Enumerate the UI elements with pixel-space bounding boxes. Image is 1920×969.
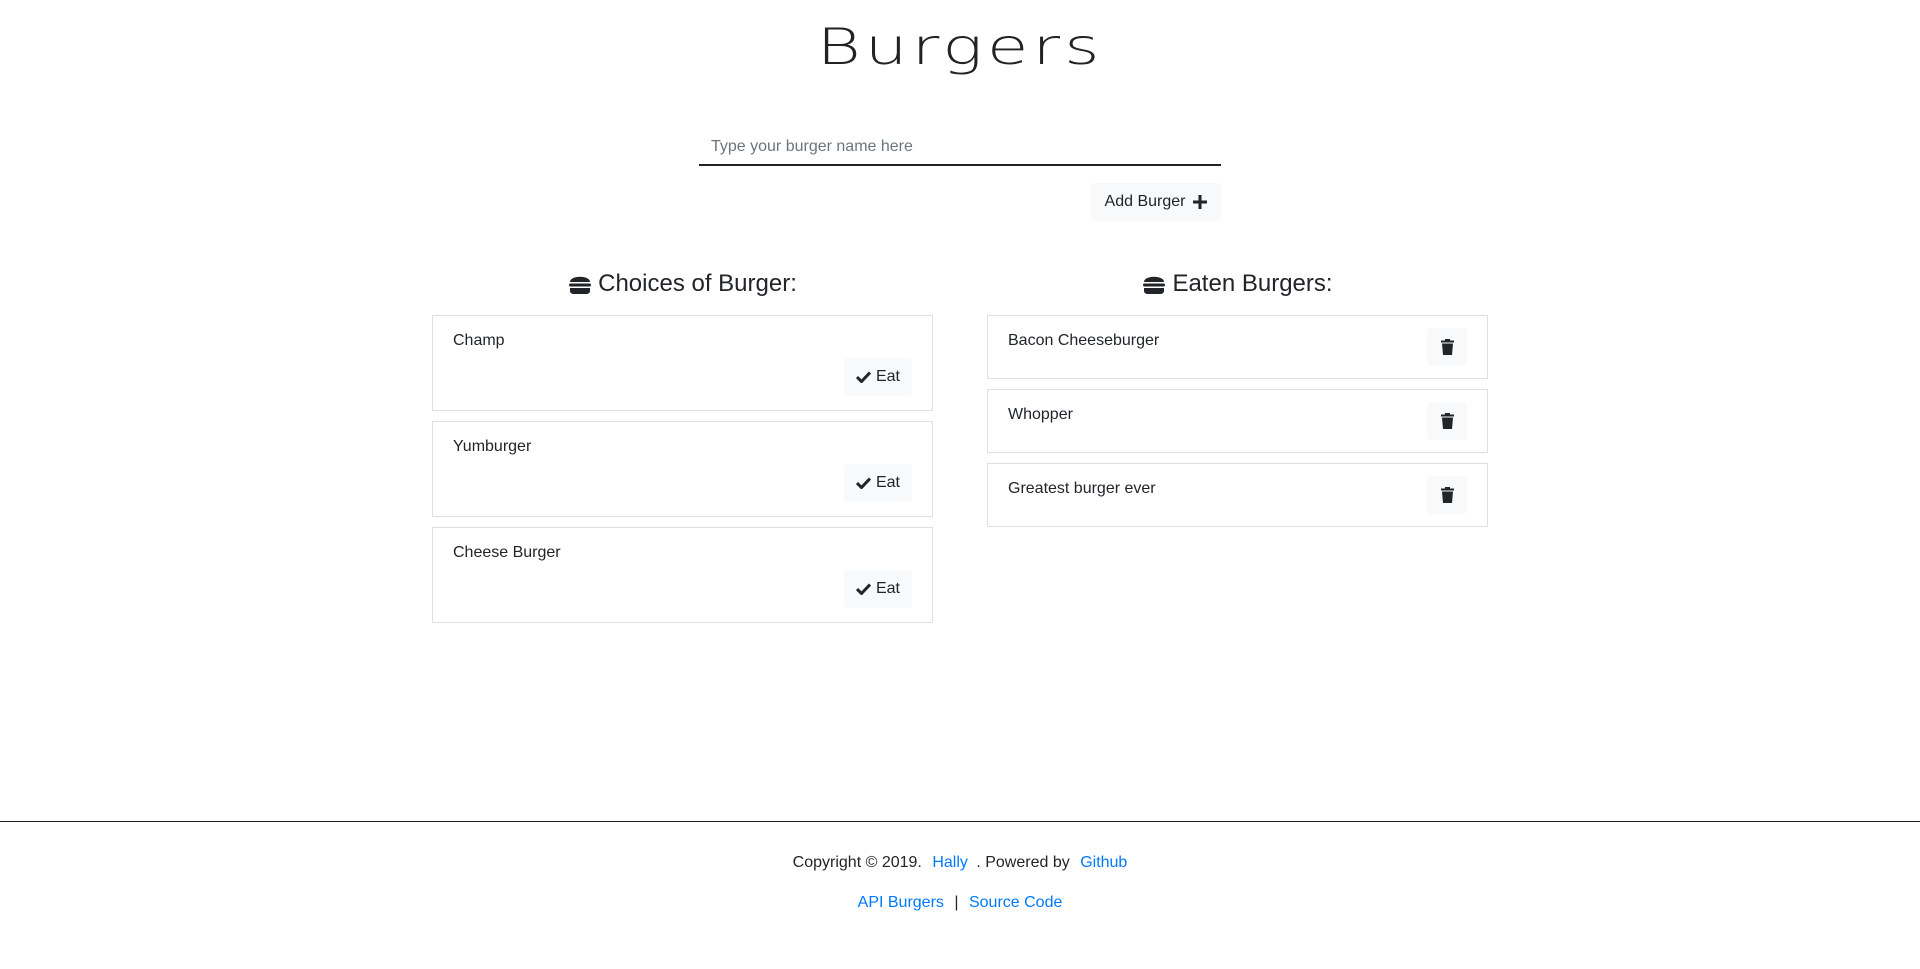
github-link[interactable]: Github — [1080, 854, 1127, 871]
burger-name: Cheese Burger — [453, 544, 561, 561]
eaten-column: Eaten Burgers: Bacon Cheeseburger Whoppe… — [987, 268, 1488, 537]
eat-label: Eat — [875, 580, 900, 597]
delete-button[interactable] — [1427, 402, 1467, 440]
plus-icon — [1193, 195, 1208, 209]
add-burger-button[interactable]: Add Burger — [1091, 183, 1221, 221]
footer-separator: | — [954, 894, 959, 911]
hamburger-icon — [568, 273, 592, 295]
choices-column: Choices of Burger: Champ Eat Yumburger E… — [432, 268, 933, 633]
eaten-heading: Eaten Burgers: — [987, 268, 1488, 300]
trash-icon — [1440, 339, 1454, 355]
copyright-text: Copyright © 2019. — [792, 854, 922, 871]
choices-heading: Choices of Burger: — [432, 268, 933, 300]
footer: Copyright © 2019. Hally . Powered by Git… — [0, 821, 1920, 911]
eaten-card: Whopper — [987, 389, 1488, 453]
trash-icon — [1440, 413, 1454, 429]
eaten-burger-name: Greatest burger ever — [1008, 480, 1156, 497]
burger-form — [699, 130, 1221, 166]
powered-by-text: . Powered by — [976, 854, 1070, 871]
page-title: Burgers — [816, 18, 1104, 76]
eat-button[interactable]: Eat — [844, 358, 912, 396]
burger-card: Champ Eat — [432, 315, 933, 411]
eaten-card: Greatest burger ever — [987, 463, 1488, 527]
delete-button[interactable] — [1427, 328, 1467, 366]
burger-name: Yumburger — [453, 438, 532, 455]
add-burger-label: Add Burger — [1104, 193, 1186, 210]
api-burgers-link[interactable]: API Burgers — [858, 894, 944, 911]
check-icon — [855, 583, 871, 595]
eaten-card: Bacon Cheeseburger — [987, 315, 1488, 379]
eaten-burger-name: Bacon Cheeseburger — [1008, 332, 1160, 349]
footer-links-line: API Burgers | Source Code — [0, 894, 1920, 912]
author-link[interactable]: Hally — [932, 854, 968, 871]
footer-copyright-line: Copyright © 2019. Hally . Powered by Git… — [0, 854, 1920, 872]
burger-card: Cheese Burger Eat — [432, 527, 933, 623]
choices-heading-text: Choices of Burger: — [598, 270, 797, 297]
eat-label: Eat — [875, 474, 900, 491]
eat-button[interactable]: Eat — [844, 464, 912, 502]
check-icon — [855, 477, 871, 489]
burger-card: Yumburger Eat — [432, 421, 933, 517]
source-code-link[interactable]: Source Code — [969, 894, 1062, 911]
eaten-burger-name: Whopper — [1008, 406, 1073, 423]
eat-label: Eat — [875, 368, 900, 385]
eaten-heading-text: Eaten Burgers: — [1172, 270, 1333, 297]
eat-button[interactable]: Eat — [844, 570, 912, 608]
check-icon — [855, 371, 871, 383]
burger-name-input[interactable] — [699, 130, 1221, 166]
delete-button[interactable] — [1427, 476, 1467, 514]
hamburger-icon — [1142, 273, 1166, 295]
burger-name: Champ — [453, 332, 505, 349]
trash-icon — [1440, 487, 1454, 503]
